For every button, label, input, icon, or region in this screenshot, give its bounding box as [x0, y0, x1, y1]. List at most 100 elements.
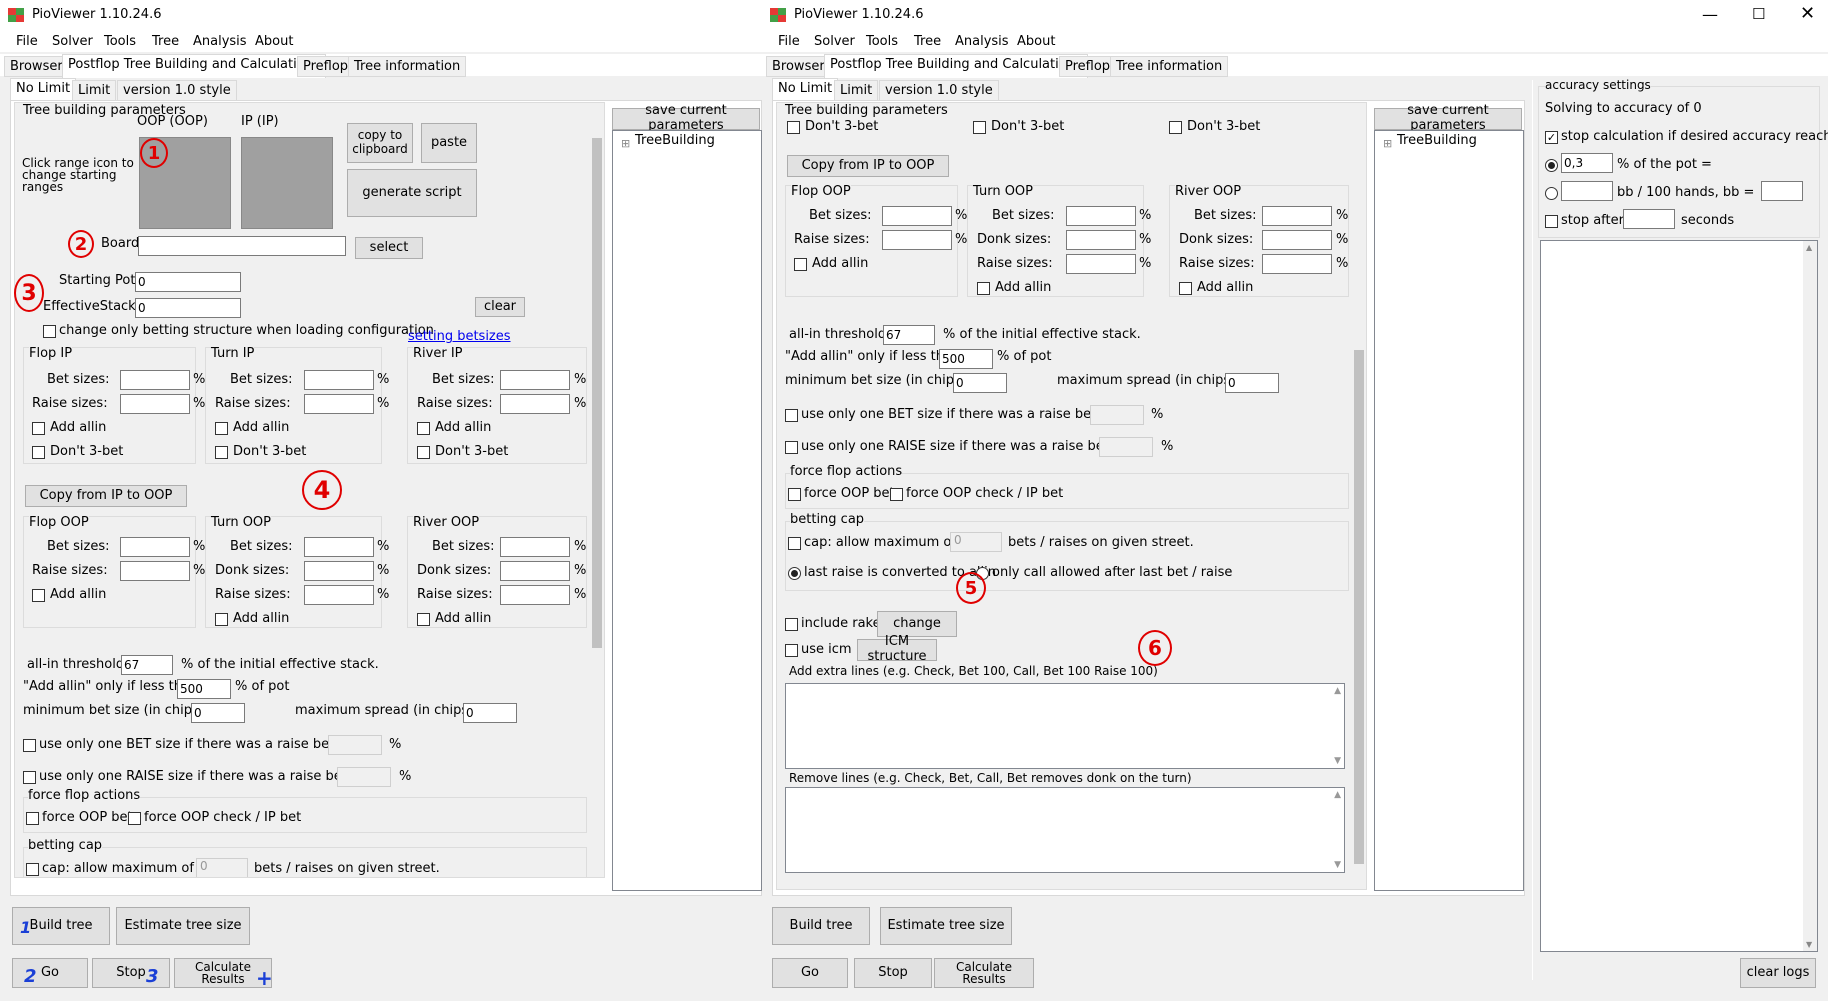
one-bet-checkbox[interactable]	[23, 739, 36, 752]
menu-about[interactable]: About	[1017, 34, 1055, 49]
clear-button[interactable]: clear	[475, 297, 525, 317]
pot-radio[interactable]	[1545, 159, 1558, 172]
estimate-tree-button[interactable]: Estimate tree size	[880, 907, 1012, 945]
subtab-v1-style[interactable]: version 1.0 style	[117, 80, 237, 101]
setting-betsizes-link[interactable]: setting betsizes	[408, 329, 511, 344]
ip-range-icon[interactable]	[241, 137, 333, 229]
subtab-v1-style[interactable]: version 1.0 style	[879, 80, 999, 101]
tab-tree-information[interactable]: Tree information	[348, 56, 467, 77]
tree-node[interactable]: TreeBuilding	[1397, 133, 1477, 148]
turn-oop-raise-input[interactable]	[1066, 254, 1136, 274]
select-board-button[interactable]: select	[355, 237, 423, 259]
dont3-checkbox[interactable]	[1169, 121, 1182, 134]
scrollbar-thumb[interactable]	[592, 138, 602, 648]
max-spread-input[interactable]: 0	[1225, 373, 1279, 393]
cap-input[interactable]: 0	[950, 532, 1002, 552]
turn-oop-bet-input[interactable]	[1066, 206, 1136, 226]
river-oop-bet-input[interactable]	[1262, 206, 1332, 226]
tab-preflop[interactable]: Preflop	[297, 56, 355, 77]
turn-oop-bet-input[interactable]	[304, 537, 374, 557]
allin-threshold-input[interactable]: 67	[883, 325, 935, 345]
scroll-down-icon[interactable]: ▼	[1334, 756, 1341, 766]
river-oop-donk-input[interactable]	[1262, 230, 1332, 250]
min-bet-input[interactable]: 0	[953, 373, 1007, 393]
river-oop-donk-input[interactable]	[500, 561, 570, 581]
menu-tools[interactable]: Tools	[104, 34, 136, 49]
turn-oop-donk-input[interactable]	[1066, 230, 1136, 250]
menu-solver[interactable]: Solver	[814, 34, 855, 49]
expand-icon[interactable]: ⊞	[1383, 137, 1392, 150]
flop-ip-allin-checkbox[interactable]	[32, 422, 45, 435]
build-tree-button[interactable]: Build tree	[772, 907, 870, 945]
paste-button[interactable]: paste	[421, 123, 477, 163]
save-params-button[interactable]: save current parameters	[612, 103, 760, 133]
estimate-tree-button[interactable]: Estimate tree size	[116, 907, 250, 945]
cap-input[interactable]: 0	[196, 858, 248, 877]
tab-postflop[interactable]: Postflop Tree Building and Calculations	[824, 54, 1088, 78]
subtab-limit[interactable]: Limit	[834, 80, 879, 101]
turn-oop-raise-input[interactable]	[304, 585, 374, 605]
scroll-up-icon[interactable]: ▲	[1806, 243, 1812, 252]
force-oop-bet-checkbox[interactable]	[788, 488, 801, 501]
tab-postflop[interactable]: Postflop Tree Building and Calculations	[62, 54, 326, 78]
river-oop-allin-checkbox[interactable]	[1179, 282, 1192, 295]
subtab-no-limit[interactable]: No Limit	[10, 78, 77, 100]
use-icm-checkbox[interactable]	[785, 644, 798, 657]
tree-node[interactable]: TreeBuilding	[635, 133, 715, 148]
clear-logs-button[interactable]: clear logs	[1740, 958, 1816, 988]
river-oop-raise-input[interactable]	[500, 585, 570, 605]
stop-button[interactable]: Stop	[854, 958, 932, 988]
one-raise-checkbox[interactable]	[785, 441, 798, 454]
stop-after-checkbox[interactable]	[1545, 215, 1558, 228]
menu-tree[interactable]: Tree	[152, 34, 179, 49]
stop-calc-checkbox[interactable]: ✓	[1545, 131, 1558, 144]
one-raise-checkbox[interactable]	[23, 771, 36, 784]
one-raise-input[interactable]	[337, 767, 391, 787]
accuracy-pct-input[interactable]: 0,3	[1561, 153, 1613, 173]
min-bet-input[interactable]: 0	[191, 703, 245, 723]
copy-ip-to-oop-button[interactable]: Copy from IP to OOP	[787, 155, 949, 177]
close-icon[interactable]: ✕	[1800, 3, 1815, 24]
params-scrollbar[interactable]	[1352, 104, 1366, 888]
subtab-no-limit[interactable]: No Limit	[772, 78, 839, 100]
dont3-checkbox[interactable]	[973, 121, 986, 134]
max-spread-input[interactable]: 0	[463, 703, 517, 723]
flop-ip-raise-input[interactable]	[120, 394, 190, 414]
cap-checkbox[interactable]	[788, 537, 801, 550]
turn-ip-dont3-checkbox[interactable]	[215, 446, 228, 459]
log-scrollbar[interactable]: ▲ ▼	[1803, 241, 1817, 951]
turn-ip-raise-input[interactable]	[304, 394, 374, 414]
menu-about[interactable]: About	[255, 34, 293, 49]
params-scrollbar[interactable]	[590, 104, 604, 876]
tab-preflop[interactable]: Preflop	[1059, 56, 1117, 77]
turn-ip-allin-checkbox[interactable]	[215, 422, 228, 435]
scroll-up-icon[interactable]: ▲	[1334, 686, 1341, 696]
turn-oop-allin-checkbox[interactable]	[977, 282, 990, 295]
change-only-checkbox[interactable]	[43, 325, 56, 338]
menu-tools[interactable]: Tools	[866, 34, 898, 49]
force-check-checkbox[interactable]	[128, 812, 141, 825]
menu-tree[interactable]: Tree	[914, 34, 941, 49]
menu-file[interactable]: File	[778, 34, 800, 49]
icm-structure-button[interactable]: ICM structure	[857, 634, 937, 664]
seconds-input[interactable]	[1623, 209, 1675, 229]
remove-lines-textarea[interactable]: ▲ ▼	[785, 787, 1345, 873]
extra-lines-textarea[interactable]: ▲ ▼	[785, 683, 1345, 769]
one-raise-input[interactable]	[1099, 437, 1153, 457]
bb-radio[interactable]	[1545, 187, 1558, 200]
turn-oop-donk-input[interactable]	[304, 561, 374, 581]
scroll-down-icon[interactable]: ▼	[1334, 860, 1341, 870]
last-raise-radio[interactable]	[788, 567, 801, 580]
save-params-button[interactable]: save current parameters	[1374, 103, 1522, 133]
add-allin-only-input[interactable]: 500	[177, 679, 231, 699]
turn-oop-allin-checkbox[interactable]	[215, 613, 228, 626]
scrollbar-thumb[interactable]	[1354, 350, 1364, 864]
bb-input[interactable]	[1561, 181, 1613, 201]
river-ip-allin-checkbox[interactable]	[417, 422, 430, 435]
tab-browser[interactable]: Browser	[4, 56, 69, 77]
one-bet-input[interactable]	[1090, 405, 1144, 425]
tab-browser[interactable]: Browser	[766, 56, 831, 77]
effective-stacks-input[interactable]: 0	[135, 298, 241, 318]
dont3-checkbox[interactable]	[787, 121, 800, 134]
river-ip-bet-input[interactable]	[500, 370, 570, 390]
